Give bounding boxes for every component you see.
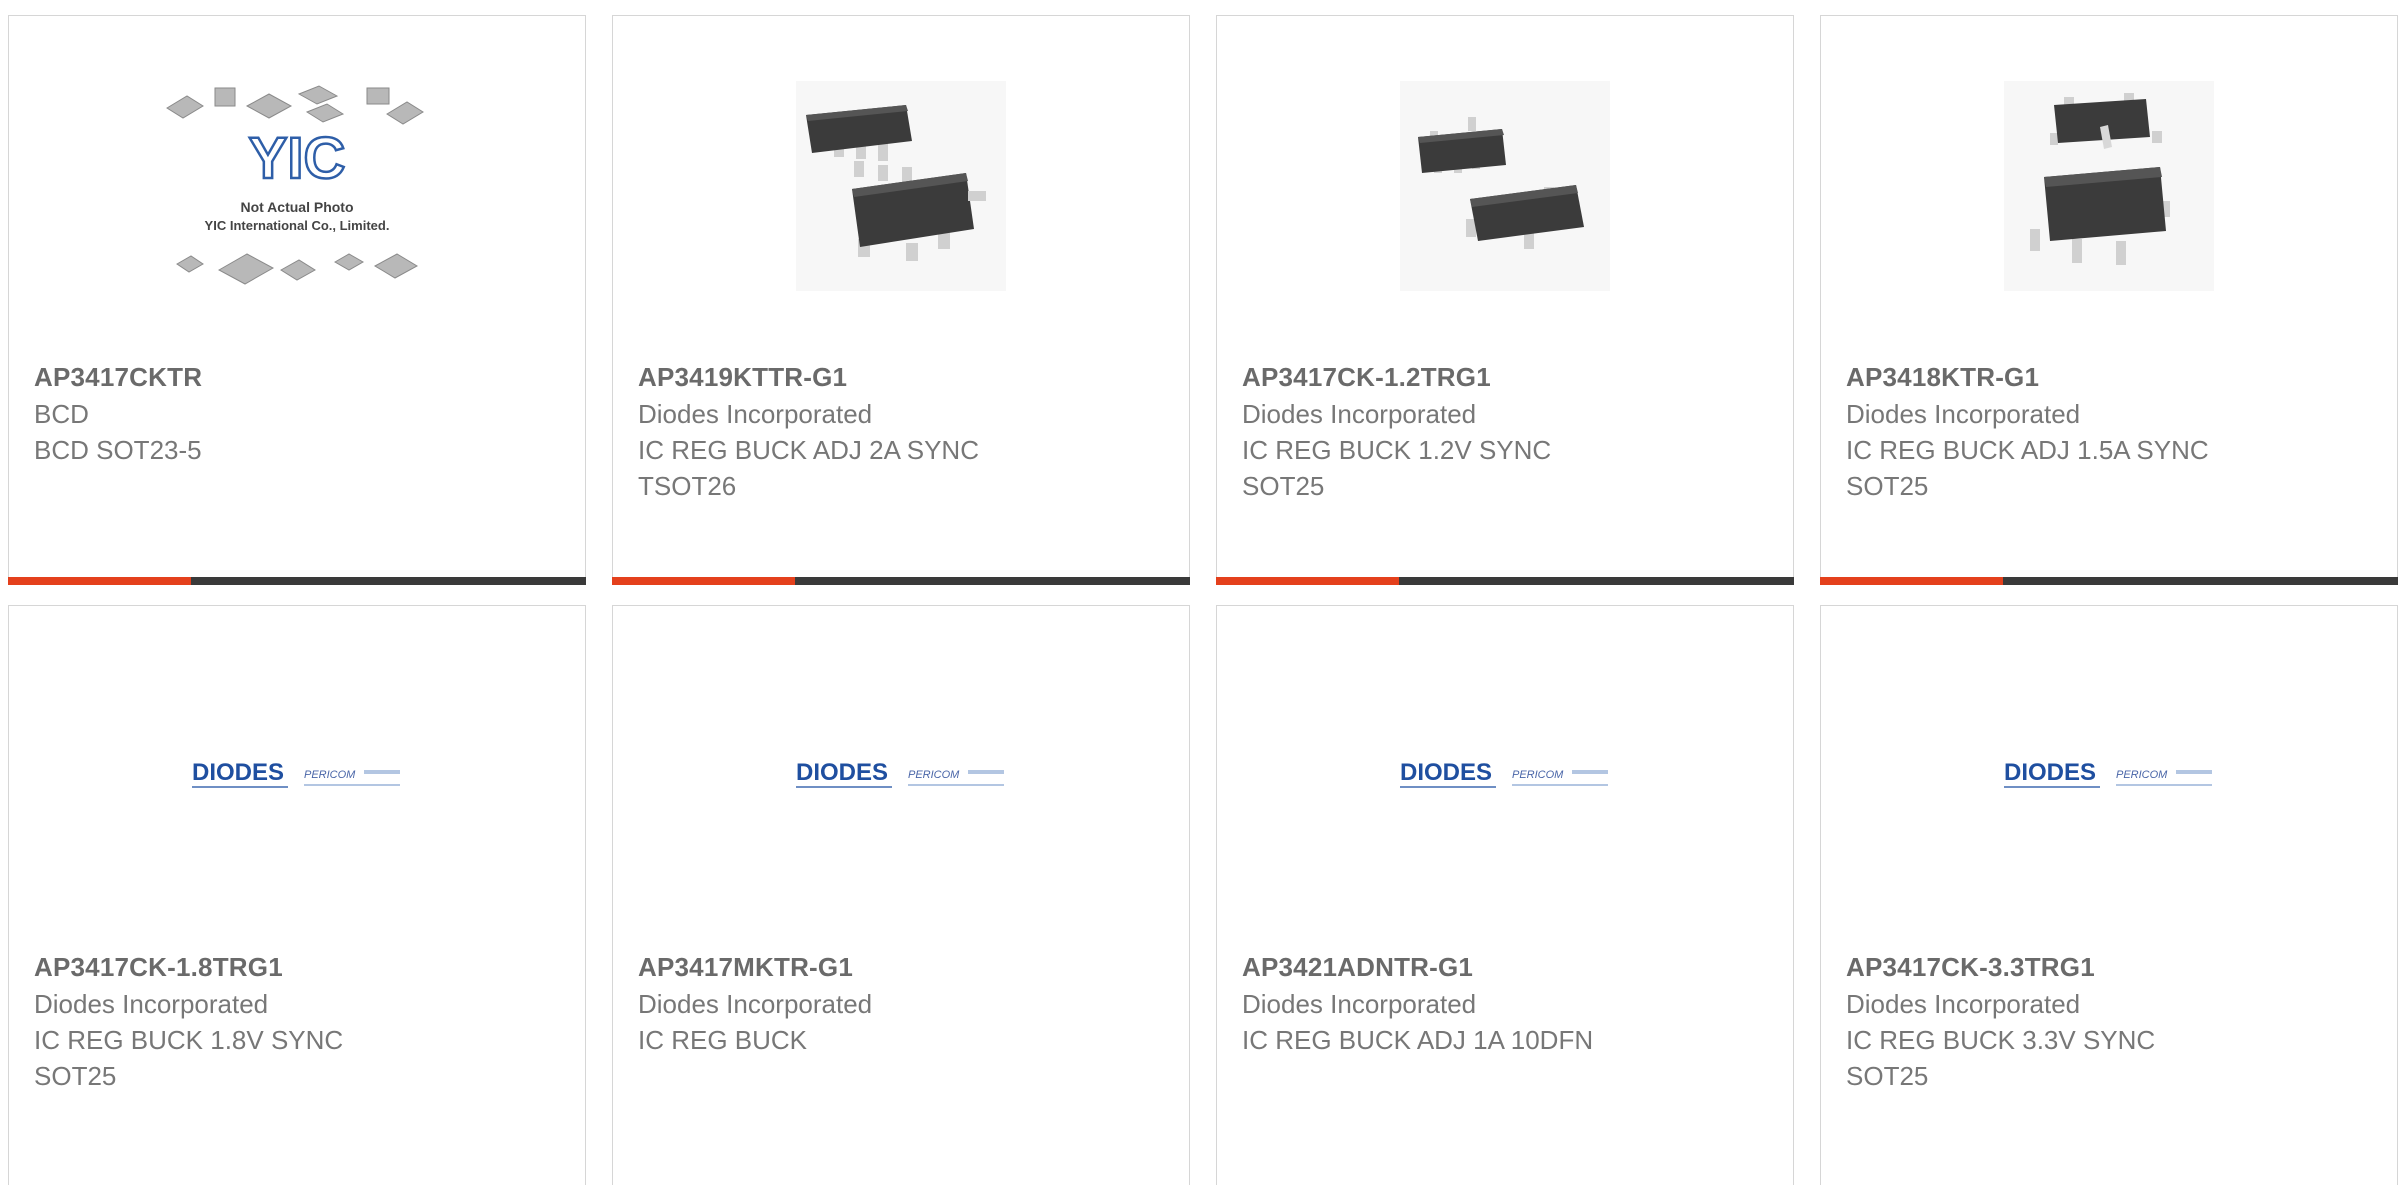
product-description: IC REG BUCK 1.8V SYNC SOT25 (34, 1025, 344, 1091)
manufacturer-name: BCD (34, 399, 89, 429)
pericom-logo-text: PERICOM (908, 769, 960, 781)
product-card[interactable]: DIODES PERICOM AP3417MKTR-G1 Diodes Inco… (612, 605, 1190, 1185)
part-number-link[interactable]: AP3417CK-1.2TRG1 (1242, 359, 1783, 396)
product-card[interactable]: YIC Not Actual Photo YIC International C… (8, 15, 586, 585)
product-info: AP3417CKTR BCD BCD SOT23-5 (34, 359, 575, 468)
product-description: IC REG BUCK ADJ 2A SYNC TSOT26 (638, 435, 979, 501)
card-bottom-bar (8, 577, 586, 585)
product-description: IC REG BUCK 3.3V SYNC SOT25 (1846, 1025, 2156, 1091)
product-grid: YIC Not Actual Photo YIC International C… (0, 0, 2400, 1185)
manufacturer-name: Diodes Incorporated (34, 989, 269, 1019)
product-description: IC REG BUCK 1.2V SYNC SOT25 (1242, 435, 1552, 501)
product-card[interactable]: AP3419KTTR-G1 Diodes Incorporated IC REG… (612, 15, 1190, 585)
product-description: IC REG BUCK (638, 1025, 808, 1055)
diodes-logo-text: DIODES (1400, 759, 1492, 786)
product-card[interactable]: AP3417CK-1.2TRG1 Diodes Incorporated IC … (1216, 15, 1794, 585)
card-bottom-bar (1820, 577, 2398, 585)
diodes-logo-text: DIODES (2004, 759, 2096, 786)
part-number-link[interactable]: AP3417CKTR (34, 359, 575, 396)
product-card[interactable]: AP3418KTR-G1 Diodes Incorporated IC REG … (1820, 15, 2398, 585)
image-caption-line-2: YIC International Co., Limited. (205, 218, 390, 233)
pericom-logo-text: PERICOM (304, 769, 356, 781)
manufacturer-name: Diodes Incorporated (638, 399, 873, 429)
manufacturer-name: Diodes Incorporated (1846, 989, 2081, 1019)
manufacturer-name: Diodes Incorporated (638, 989, 873, 1019)
product-info: AP3419KTTR-G1 Diodes Incorporated IC REG… (638, 359, 1179, 504)
part-number-link[interactable]: AP3419KTTR-G1 (638, 359, 1179, 396)
pericom-logo-text: PERICOM (2116, 769, 2168, 781)
product-info: AP3417CK-1.2TRG1 Diodes Incorporated IC … (1242, 359, 1783, 504)
brand-logo-image[interactable]: DIODES PERICOM (1217, 606, 1793, 946)
product-photo[interactable] (1217, 16, 1793, 356)
product-description: IC REG BUCK ADJ 1A 10DFN (1242, 1025, 1594, 1055)
manufacturer-name: Diodes Incorporated (1846, 399, 2081, 429)
part-number-link[interactable]: AP3417CK-3.3TRG1 (1846, 949, 2387, 986)
product-card[interactable]: DIODES PERICOM AP3417CK-3.3TRG1 Diodes I… (1820, 605, 2398, 1185)
brand-logo-image[interactable]: DIODES PERICOM (1821, 606, 2397, 946)
product-info: AP3418KTR-G1 Diodes Incorporated IC REG … (1846, 359, 2387, 504)
card-accent-bar (1216, 577, 1399, 585)
part-number-link[interactable]: AP3418KTR-G1 (1846, 359, 2387, 396)
product-card[interactable]: DIODES PERICOM AP3421ADNTR-G1 Diodes Inc… (1216, 605, 1794, 1185)
part-number-link[interactable]: AP3421ADNTR-G1 (1242, 949, 1783, 986)
diodes-logo-text: DIODES (192, 759, 284, 786)
product-photo[interactable] (1821, 16, 2397, 356)
product-image-placeholder[interactable]: YIC Not Actual Photo YIC International C… (9, 16, 585, 356)
product-info: AP3417CK-3.3TRG1 Diodes Incorporated IC … (1846, 949, 2387, 1094)
part-number-link[interactable]: AP3417MKTR-G1 (638, 949, 1179, 986)
brand-logo-image[interactable]: DIODES PERICOM (9, 606, 585, 946)
product-card[interactable]: DIODES PERICOM AP3417CK-1.8TRG1 Diodes I… (8, 605, 586, 1185)
product-info: AP3417MKTR-G1 Diodes Incorporated IC REG… (638, 949, 1179, 1058)
card-bottom-bar (1216, 577, 1794, 585)
card-accent-bar (1820, 577, 2003, 585)
card-accent-bar (8, 577, 191, 585)
manufacturer-name: Diodes Incorporated (1242, 399, 1477, 429)
yic-logo-text: YIC (249, 126, 346, 191)
product-description: IC REG BUCK ADJ 1.5A SYNC SOT25 (1846, 435, 2209, 501)
diodes-logo-text: DIODES (796, 759, 888, 786)
product-info: AP3421ADNTR-G1 Diodes Incorporated IC RE… (1242, 949, 1783, 1058)
product-description: BCD SOT23-5 (34, 435, 202, 465)
image-caption-line-1: Not Actual Photo (240, 199, 353, 215)
brand-logo-image[interactable]: DIODES PERICOM (613, 606, 1189, 946)
pericom-logo-text: PERICOM (1512, 769, 1564, 781)
card-bottom-bar (612, 577, 1190, 585)
part-number-link[interactable]: AP3417CK-1.8TRG1 (34, 949, 575, 986)
product-photo[interactable] (613, 16, 1189, 356)
manufacturer-name: Diodes Incorporated (1242, 989, 1477, 1019)
card-accent-bar (612, 577, 795, 585)
product-info: AP3417CK-1.8TRG1 Diodes Incorporated IC … (34, 949, 575, 1094)
